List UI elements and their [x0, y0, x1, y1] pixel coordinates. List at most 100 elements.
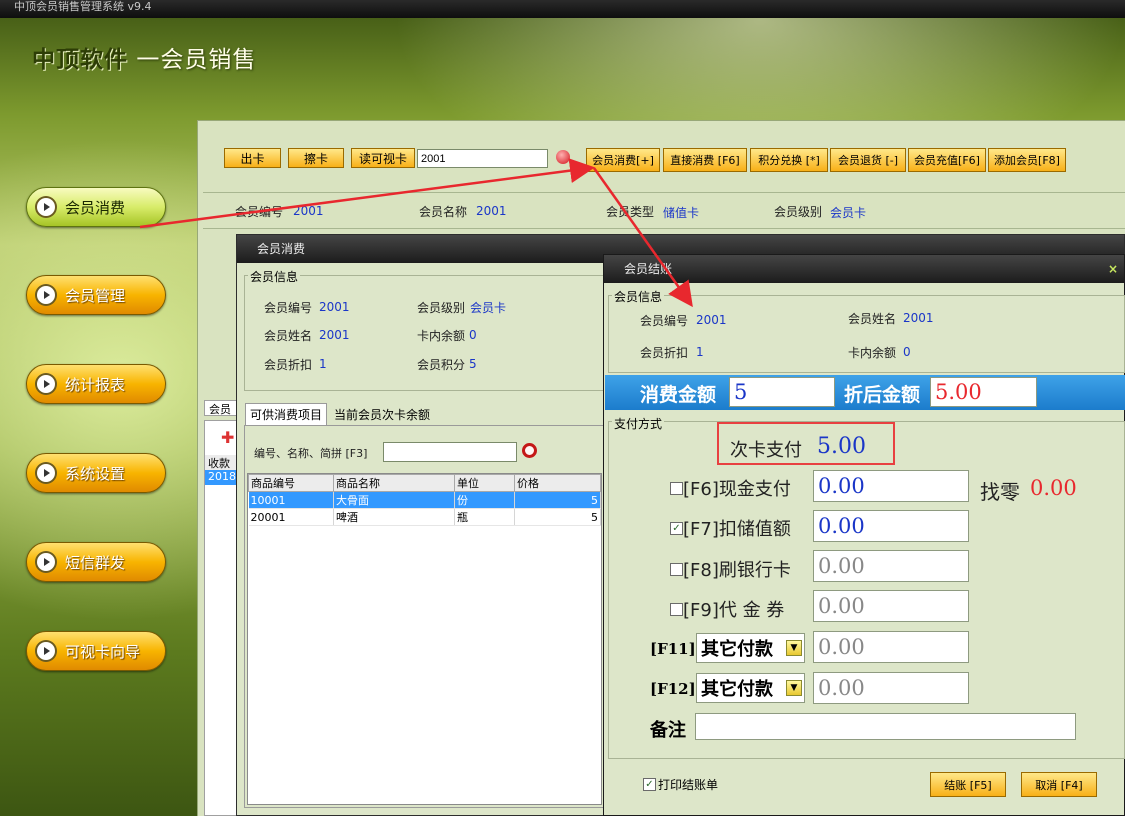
- member-name-label: 会员名称: [419, 205, 468, 219]
- member-name-value: 2001: [476, 204, 507, 218]
- column-header[interactable]: 价格: [514, 474, 601, 492]
- f11-input[interactable]: 0.00: [813, 631, 969, 663]
- cell: 10001: [248, 491, 334, 509]
- nav-reports-button[interactable]: 统计报表: [26, 364, 166, 404]
- settle-button[interactable]: 结账 [F5]: [930, 772, 1006, 797]
- table-row[interactable]: 20001 啤酒 瓶 5: [248, 508, 601, 526]
- f12-select[interactable]: 其它付款 ▼: [696, 673, 805, 703]
- nav-member-manage-button[interactable]: 会员管理: [26, 275, 166, 315]
- search-icon[interactable]: [556, 150, 570, 164]
- wipe-card-button[interactable]: 擦卡: [288, 148, 344, 168]
- divider: [203, 228, 1125, 229]
- member-return-button[interactable]: 会员退货 [-]: [830, 148, 906, 172]
- points-exchange-button[interactable]: 积分兑换 [*]: [750, 148, 828, 172]
- co-balance-value: 0: [903, 345, 911, 359]
- cell: 份: [454, 491, 515, 509]
- co-name-value: 2001: [903, 311, 934, 325]
- bank-card-row[interactable]: [F8]刷银行卡: [670, 556, 791, 582]
- after-discount-value: 5.00: [930, 377, 1037, 407]
- stored-value-input[interactable]: 0.00: [813, 510, 969, 542]
- bank-card-input[interactable]: 0.00: [813, 550, 969, 582]
- column-header[interactable]: 单位: [454, 474, 515, 492]
- search-icon[interactable]: [522, 443, 537, 458]
- out-card-button[interactable]: 出卡: [224, 148, 281, 168]
- payment-group-label: 支付方式: [612, 415, 665, 432]
- f12-input[interactable]: 0.00: [813, 672, 969, 704]
- nav-label: 统计报表: [65, 375, 126, 394]
- column-header[interactable]: 商品编号: [248, 474, 334, 492]
- product-search-label: 编号、名称、简拼 [F3]: [254, 447, 368, 460]
- list-fragment: ✚ 收款 2018-: [204, 420, 238, 816]
- tab-available-items[interactable]: 可供消费项目: [245, 403, 327, 425]
- cash-row[interactable]: [F6]现金支付: [670, 475, 791, 501]
- times-card-label: 次卡支付: [730, 440, 802, 461]
- add-icon[interactable]: ✚: [205, 421, 237, 455]
- play-icon: [37, 642, 55, 660]
- direct-consume-button[interactable]: 直接消费 [F6]: [663, 148, 747, 172]
- cancel-button[interactable]: 取消 [F4]: [1021, 772, 1097, 797]
- cw-level-value: 会员卡: [470, 301, 507, 315]
- chevron-down-icon[interactable]: ▼: [786, 680, 802, 696]
- member-type-label: 会员类型: [606, 205, 655, 219]
- column-header-fragment: 收款: [205, 455, 237, 470]
- after-discount-label: 折后金额: [844, 384, 921, 406]
- f11-select-value: 其它付款: [701, 639, 773, 660]
- checkout-window-title: 会员结账: [624, 262, 673, 276]
- times-card-value: 5.00: [817, 434, 866, 459]
- play-icon: [37, 375, 55, 393]
- member-recharge-button[interactable]: 会员充值[F6]: [908, 148, 986, 172]
- co-name-label: 会员姓名: [848, 312, 897, 326]
- divider: [203, 192, 1125, 193]
- play-icon: [37, 464, 55, 482]
- stored-value-checkbox[interactable]: ✓: [670, 521, 683, 535]
- print-receipt-row[interactable]: ✓ 打印结账单: [643, 776, 718, 793]
- nav-label: 可视卡向导: [65, 642, 141, 661]
- cw-balance-value: 0: [469, 328, 477, 342]
- member-consume-button[interactable]: 会员消费[+]: [586, 148, 660, 172]
- cell: 20001: [248, 508, 334, 526]
- table-row[interactable]: 10001 大骨面 份 5: [248, 491, 601, 509]
- chevron-down-icon[interactable]: ▼: [786, 640, 802, 656]
- member-level-label: 会员级别: [774, 205, 823, 219]
- close-icon[interactable]: ×: [1108, 255, 1118, 283]
- cash-label: [F6]现金支付: [683, 479, 791, 500]
- amount-input[interactable]: 5: [729, 377, 835, 407]
- voucher-row[interactable]: [F9]代 金 券: [670, 596, 784, 622]
- bank-card-checkbox[interactable]: [670, 562, 683, 576]
- add-member-button[interactable]: 添加会员[F8]: [988, 148, 1066, 172]
- cw-discount-value: 1: [319, 357, 327, 371]
- change-value: 0.00: [1030, 476, 1077, 500]
- window-titlebar: 中顶会员销售管理系统 v9.4: [0, 0, 1125, 18]
- tab-fragment[interactable]: 会员: [204, 400, 238, 416]
- member-info-group-label: 会员信息: [248, 268, 301, 285]
- nav-label: 会员消费: [65, 198, 126, 217]
- nav-member-consume-button[interactable]: 会员消费: [26, 187, 166, 227]
- remark-input[interactable]: [695, 713, 1076, 740]
- f12-label: [F12]: [650, 680, 696, 698]
- column-header[interactable]: 商品名称: [333, 474, 455, 492]
- nav-card-wizard-button[interactable]: 可视卡向导: [26, 631, 166, 671]
- co-id-value: 2001: [696, 313, 727, 327]
- cash-input[interactable]: 0.00: [813, 470, 969, 502]
- product-search-input[interactable]: [383, 442, 517, 462]
- f11-select[interactable]: 其它付款 ▼: [696, 633, 805, 663]
- nav-settings-button[interactable]: 系统设置: [26, 453, 166, 493]
- voucher-input[interactable]: 0.00: [813, 590, 969, 622]
- cash-checkbox[interactable]: [670, 481, 683, 495]
- brand-subtitle: 一会员销售: [136, 47, 257, 73]
- cw-name-value: 2001: [319, 328, 350, 342]
- remark-label: 备注: [650, 720, 686, 741]
- tab-times-card-balance[interactable]: 当前会员次卡余额: [330, 405, 434, 425]
- member-type-value: 储值卡: [663, 206, 700, 220]
- brand-logo: 中顶软件 一会员销售: [32, 40, 256, 74]
- voucher-checkbox[interactable]: [670, 602, 683, 616]
- stored-value-row[interactable]: ✓ [F7]扣储值额: [670, 515, 791, 541]
- co-balance-label: 卡内余额: [848, 346, 897, 360]
- nav-label: 系统设置: [65, 464, 126, 483]
- cell: 5: [514, 491, 601, 509]
- read-card-button[interactable]: 读可视卡: [351, 148, 415, 168]
- nav-sms-button[interactable]: 短信群发: [26, 542, 166, 582]
- row-fragment[interactable]: 2018-: [205, 470, 237, 485]
- card-number-input[interactable]: [417, 149, 548, 168]
- print-receipt-checkbox[interactable]: ✓: [643, 778, 656, 791]
